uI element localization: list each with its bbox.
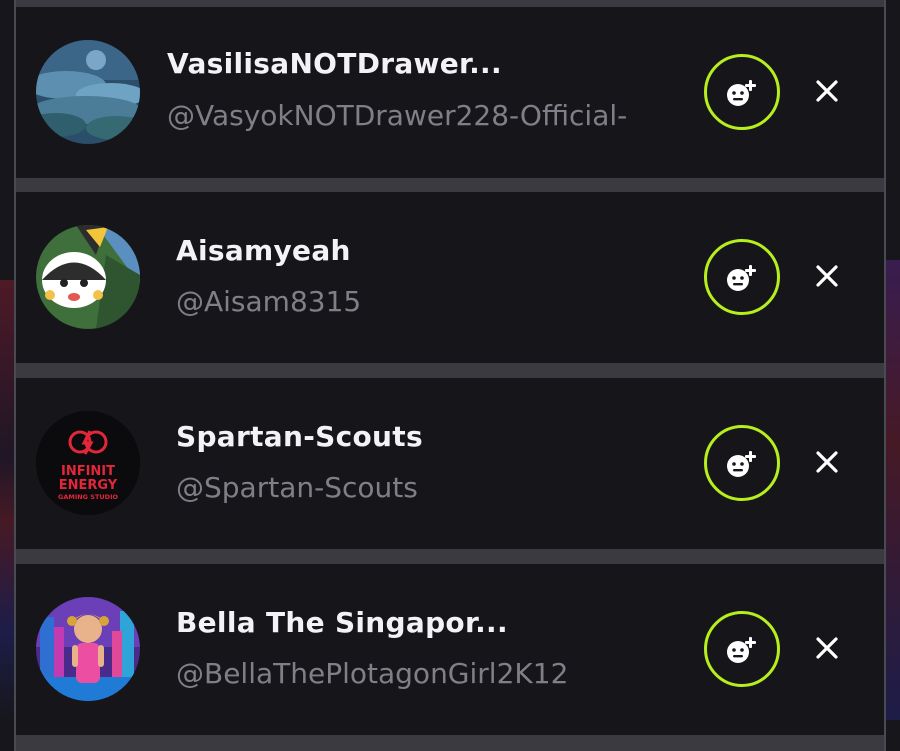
add-friend-button[interactable] <box>704 54 780 130</box>
user-display-name[interactable]: Spartan-Scouts <box>176 420 423 453</box>
add-friend-icon <box>727 80 756 106</box>
close-icon <box>816 80 838 102</box>
background-decoration-left <box>0 280 14 720</box>
avatar[interactable] <box>36 225 140 329</box>
add-friend-icon <box>727 637 756 663</box>
add-friend-icon <box>727 451 756 477</box>
avatar[interactable] <box>36 597 140 701</box>
user-suggestion-card: Bella The Singapor... @BellaThePlotagonG… <box>16 564 884 735</box>
avatar-logo-text: ENERGY <box>59 478 118 493</box>
close-icon <box>816 265 838 287</box>
dismiss-button[interactable] <box>807 442 847 482</box>
avatar-logo-text: INFINIT <box>61 464 115 479</box>
add-friend-icon <box>727 265 756 291</box>
user-handle: @BellaThePlotagonGirl2K12 <box>176 657 569 690</box>
dismiss-button[interactable] <box>807 71 847 111</box>
background-decoration-right <box>886 260 900 720</box>
close-icon <box>816 451 838 473</box>
user-suggestion-card: VasilisaNOTDrawer... @VasyokNOTDrawer228… <box>16 7 884 178</box>
avatar-logo-text: GAMING STUDIO <box>58 493 118 501</box>
add-friend-button[interactable] <box>704 239 780 315</box>
close-icon <box>816 637 838 659</box>
user-suggestion-card: INFINIT ENERGY GAMING STUDIO Spartan-Sco… <box>16 378 884 549</box>
dismiss-button[interactable] <box>807 256 847 296</box>
user-suggestion-card: Aisamyeah @Aisam8315 <box>16 192 884 363</box>
add-friend-button[interactable] <box>704 611 780 687</box>
add-friend-button[interactable] <box>704 425 780 501</box>
user-handle: @VasyokNOTDrawer228-Official- <box>167 99 628 132</box>
user-display-name[interactable]: Bella The Singapor... <box>176 606 508 639</box>
user-display-name[interactable]: VasilisaNOTDrawer... <box>167 47 502 80</box>
user-display-name[interactable]: Aisamyeah <box>176 234 351 267</box>
user-handle: @Spartan-Scouts <box>176 471 418 504</box>
avatar[interactable]: INFINIT ENERGY GAMING STUDIO <box>36 411 140 515</box>
dismiss-button[interactable] <box>807 628 847 668</box>
user-handle: @Aisam8315 <box>176 285 362 318</box>
avatar[interactable] <box>36 40 140 144</box>
